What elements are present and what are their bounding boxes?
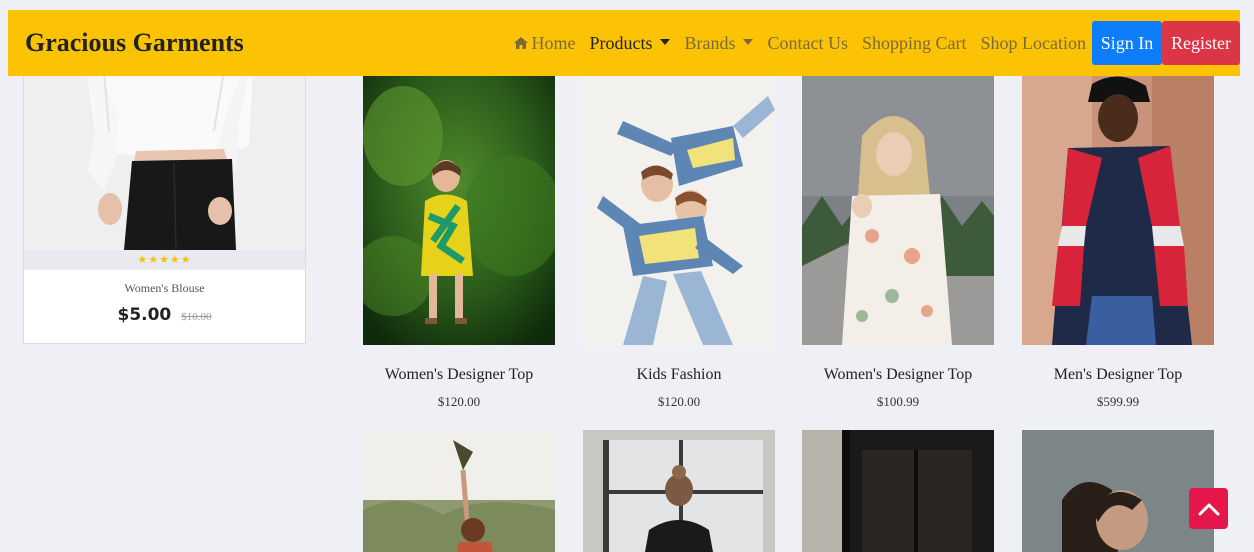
chevron-up-icon [1198, 503, 1219, 515]
star-rating: ★★★★★ [137, 253, 192, 266]
nav-brands[interactable]: Brands [684, 32, 754, 54]
product-price: $5.00 [117, 305, 172, 325]
nav-shop-location[interactable]: Shop Location [981, 33, 1087, 54]
window-girl-image [583, 430, 775, 552]
home-icon [514, 37, 529, 49]
nav-shopping-cart[interactable]: Shopping Cart [862, 33, 967, 54]
product-old-price: $10.00 [181, 311, 212, 323]
product-image[interactable] [583, 430, 775, 552]
floral-dress-image [802, 76, 994, 345]
navbar: Gracious Garments Home Products Brands C… [8, 10, 1240, 76]
product-image[interactable] [802, 430, 994, 552]
product-image[interactable] [363, 430, 555, 552]
register-button[interactable]: Register [1162, 21, 1240, 65]
caret-down-icon [660, 39, 671, 45]
product-image[interactable] [802, 76, 994, 345]
product-image [24, 51, 305, 250]
product-image[interactable] [1022, 76, 1214, 345]
product-image[interactable] [363, 76, 555, 345]
price-row: $5.00 $10.00 [24, 305, 305, 325]
sign-in-button[interactable]: Sign In [1092, 21, 1162, 65]
dark-room-image [802, 430, 994, 552]
product-image[interactable] [1022, 430, 1214, 552]
product-title[interactable]: Women's Designer Top [363, 366, 555, 384]
scroll-to-top-button[interactable] [1189, 488, 1228, 529]
product-name[interactable]: Women's Blouse [24, 281, 305, 296]
blouse-model-image [24, 51, 305, 250]
nav-home[interactable]: Home [513, 33, 575, 54]
product-title[interactable]: Kids Fashion [583, 366, 775, 384]
product-title[interactable]: Men's Designer Top [1022, 366, 1214, 384]
nav-links: Home Products Brands Contact Us Shopping… [513, 21, 1240, 65]
nav-brands-label: Brands [684, 32, 736, 53]
product-price: $599.99 [1096, 394, 1140, 409]
caret-down-icon [743, 39, 754, 45]
nav-products[interactable]: Products [589, 32, 671, 54]
product-price: $100.99 [876, 394, 920, 409]
kids-fashion-image [583, 76, 775, 345]
nav-products-label: Products [589, 32, 653, 53]
nav-contact-us[interactable]: Contact Us [767, 33, 848, 54]
brand-logo[interactable]: Gracious Garments [25, 28, 244, 58]
man-portrait-image [1022, 430, 1214, 552]
product-image[interactable] [583, 76, 775, 345]
girl-field-image [363, 430, 555, 552]
mens-jacket-image [1022, 76, 1214, 345]
featured-product-card[interactable]: ★★★★★ Women's Blouse $5.00 $10.00 [23, 50, 306, 344]
product-price: $120.00 [657, 394, 701, 409]
nav-home-label: Home [531, 32, 576, 53]
product-title[interactable]: Women's Designer Top [802, 366, 994, 384]
rating-strip: ★★★★★ [24, 250, 305, 270]
kids-forest-image [363, 76, 555, 345]
product-price: $120.00 [437, 394, 481, 409]
